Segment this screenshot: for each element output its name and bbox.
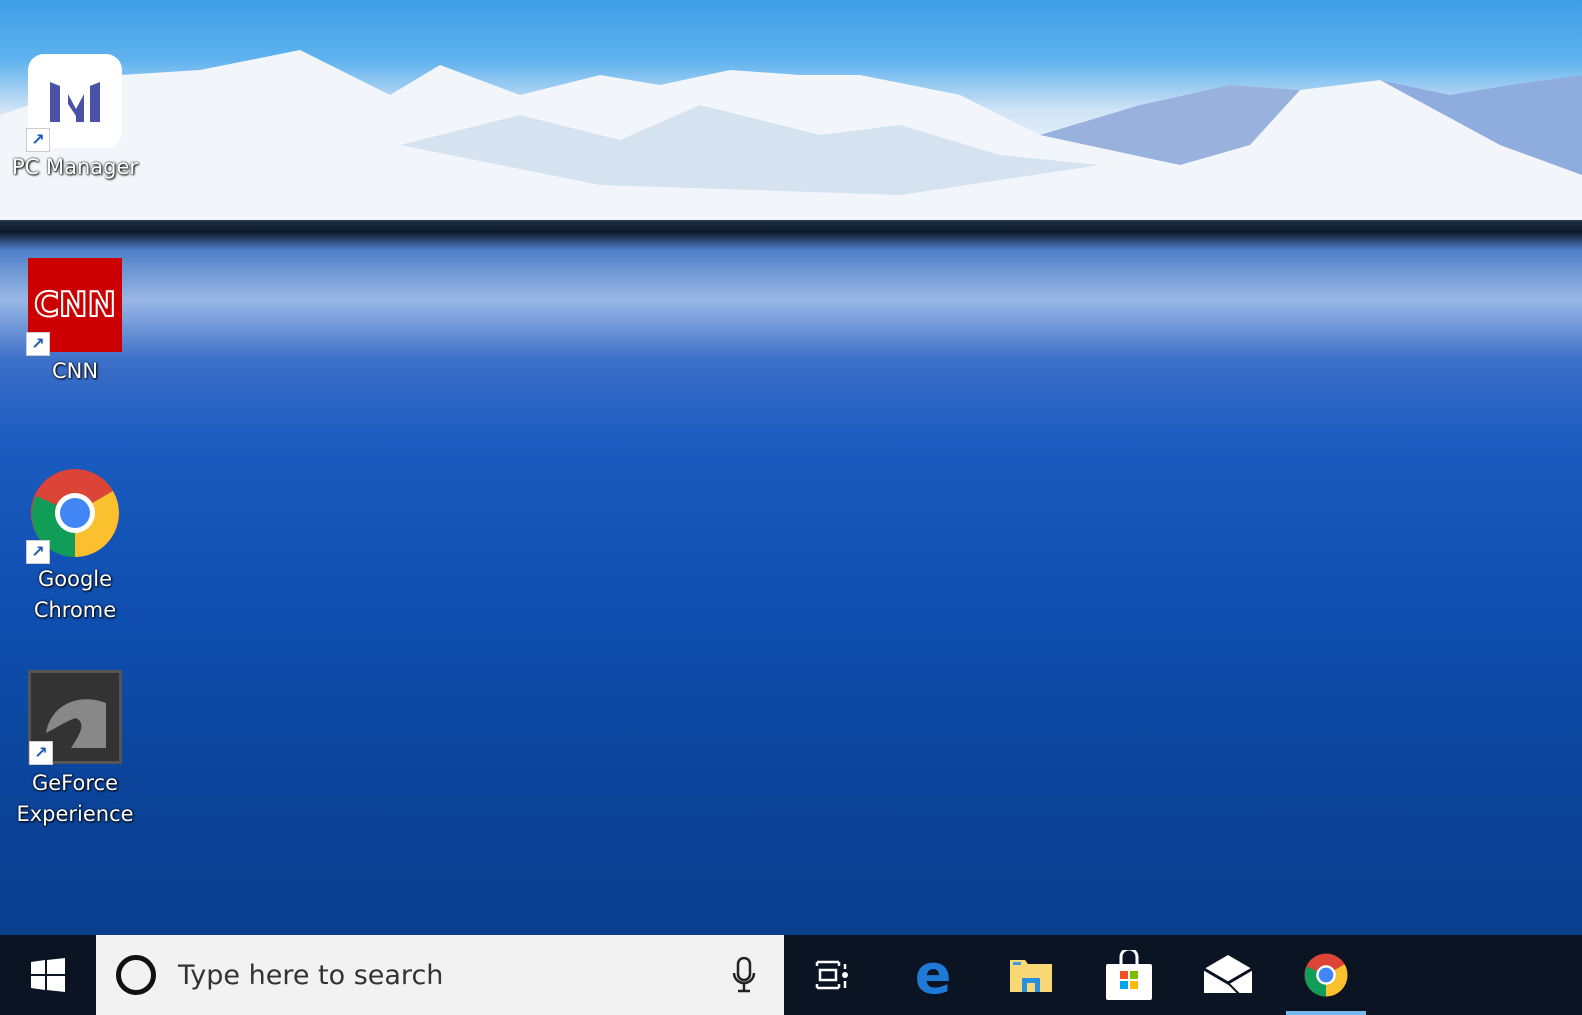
shortcut-arrow-icon: ↗ [26, 128, 50, 152]
desktop-icon-label: PC Manager [11, 155, 139, 179]
geforce-icon: ↗ [28, 670, 122, 765]
start-button[interactable] [0, 935, 96, 1015]
desktop-wallpaper [0, 0, 1582, 935]
shortcut-arrow-icon: ↗ [26, 540, 50, 564]
mail-icon [1204, 955, 1252, 995]
windows-logo-icon [31, 958, 65, 992]
desktop-icon-label: Google Chrome [33, 567, 117, 622]
search-input[interactable]: Type here to search [178, 960, 443, 991]
desktop-icon-google-chrome[interactable]: ↗ Google Chrome [8, 466, 142, 626]
shortcut-arrow-icon: ↗ [26, 332, 50, 356]
taskbar-microsoft-store[interactable] [1089, 935, 1169, 1015]
taskbar-edge[interactable]: e [893, 935, 973, 1015]
folder-icon [1010, 960, 1052, 992]
taskbar: Type here to search e [0, 935, 1582, 1015]
desktop-icon-pc-manager[interactable]: ↗ PC Manager [8, 54, 142, 183]
taskbar-file-explorer[interactable] [991, 935, 1071, 1015]
taskbar-chrome[interactable] [1286, 935, 1366, 1015]
desktop-icon-geforce-experience[interactable]: ↗ GeForce Experience [8, 670, 142, 830]
desktop-icon-label: CNN [51, 359, 99, 383]
shortcut-arrow-icon: ↗ [29, 741, 53, 765]
mountain-scenery [0, 50, 1582, 220]
chrome-icon [1304, 953, 1348, 997]
desktop-icon-label: GeForce Experience [16, 771, 134, 826]
microphone-icon[interactable] [732, 957, 756, 993]
task-view-button[interactable] [792, 935, 872, 1015]
edge-icon: e [914, 943, 952, 1006]
cnn-icon: CNN ↗ [26, 258, 122, 356]
chrome-icon: ↗ [26, 466, 122, 564]
desktop-icon-cnn[interactable]: CNN ↗ CNN [8, 258, 142, 387]
pc-manager-icon: ↗ [26, 54, 122, 152]
task-view-icon [815, 960, 848, 990]
taskbar-mail[interactable] [1188, 935, 1268, 1015]
store-icon [1106, 950, 1152, 1000]
cortana-icon[interactable] [116, 955, 156, 995]
cnn-logo-text: CNN [33, 284, 117, 325]
search-box[interactable]: Type here to search [96, 935, 784, 1015]
